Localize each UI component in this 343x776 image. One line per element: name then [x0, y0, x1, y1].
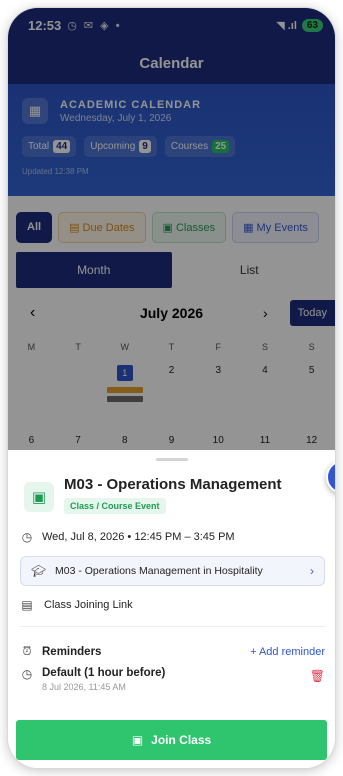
clock-icon: ◷	[21, 667, 33, 681]
event-header: ▣ M03 - Operations Management Class / Co…	[24, 476, 319, 514]
alarm-icon: ⏰︎	[22, 644, 32, 658]
delete-icon[interactable]: 🗑︎	[310, 669, 325, 692]
clock-icon: ◷	[21, 530, 33, 544]
class-icon: ▣	[24, 482, 54, 512]
reminder-name: Default (1 hour before)	[42, 667, 166, 679]
video-icon: ▣	[131, 733, 144, 747]
graduation-cap-icon: 🎓︎	[31, 564, 47, 578]
modal-backdrop[interactable]	[8, 8, 335, 450]
event-detail-sheet: ▣ M03 - Operations Management Class / Co…	[8, 450, 335, 768]
join-button-label: Join Class	[151, 733, 212, 747]
add-reminder-button[interactable]: + Add reminder	[250, 646, 325, 658]
course-name: M03 - Operations Management in Hospitali…	[55, 565, 263, 577]
document-icon: ▤	[21, 598, 33, 612]
class-joining-link[interactable]: ▤ Class Joining Link	[20, 598, 133, 612]
course-link[interactable]: 🎓︎ M03 - Operations Management in Hospit…	[20, 556, 325, 586]
reminder-item: ◷ Default (1 hour before) 8 Jul 2026, 11…	[20, 667, 325, 692]
join-class-button[interactable]: ▣ Join Class	[16, 720, 327, 760]
drag-handle[interactable]	[155, 458, 188, 461]
join-link-label: Class Joining Link	[44, 599, 133, 611]
reminders-label: Reminders	[42, 645, 102, 658]
event-title: M03 - Operations Management	[64, 476, 282, 493]
event-datetime: ◷ Wed, Jul 8, 2026 • 12:45 PM – 3:45 PM	[20, 530, 235, 544]
reminders-header: ⏰︎ Reminders + Add reminder	[20, 644, 325, 659]
event-datetime-text: Wed, Jul 8, 2026 • 12:45 PM – 3:45 PM	[42, 531, 235, 543]
chevron-right-icon: ›	[310, 564, 314, 578]
event-type-badge: Class / Course Event	[64, 498, 166, 514]
phone-screen: 12:53 ◷ ✉ ◈ • ◥ .ıl 63 Calendar ▦ ACADEM…	[8, 8, 335, 768]
divider	[20, 626, 325, 627]
reminder-time: 8 Jul 2026, 11:45 AM	[42, 682, 126, 692]
